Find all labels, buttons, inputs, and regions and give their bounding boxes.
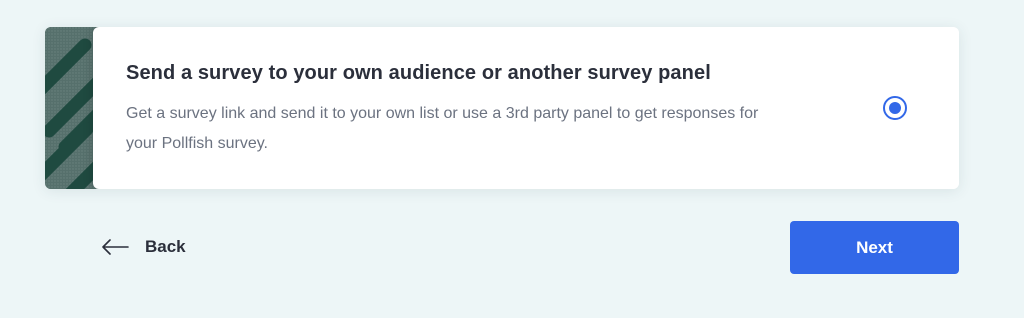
option-card-body: Send a survey to your own audience or an…	[93, 27, 959, 189]
next-label: Next	[856, 237, 893, 257]
survey-option-card[interactable]: Send a survey to your own audience or an…	[45, 27, 959, 189]
back-button[interactable]: Back	[101, 231, 186, 263]
back-label: Back	[145, 237, 186, 256]
option-radio-button[interactable]	[883, 96, 907, 120]
option-title: Send a survey to your own audience or an…	[126, 62, 711, 84]
radio-selected-dot	[889, 102, 901, 114]
next-button[interactable]: Next	[790, 221, 959, 274]
option-description: Get a survey link and send it to your ow…	[126, 105, 759, 152]
arrow-left-icon	[101, 239, 129, 255]
